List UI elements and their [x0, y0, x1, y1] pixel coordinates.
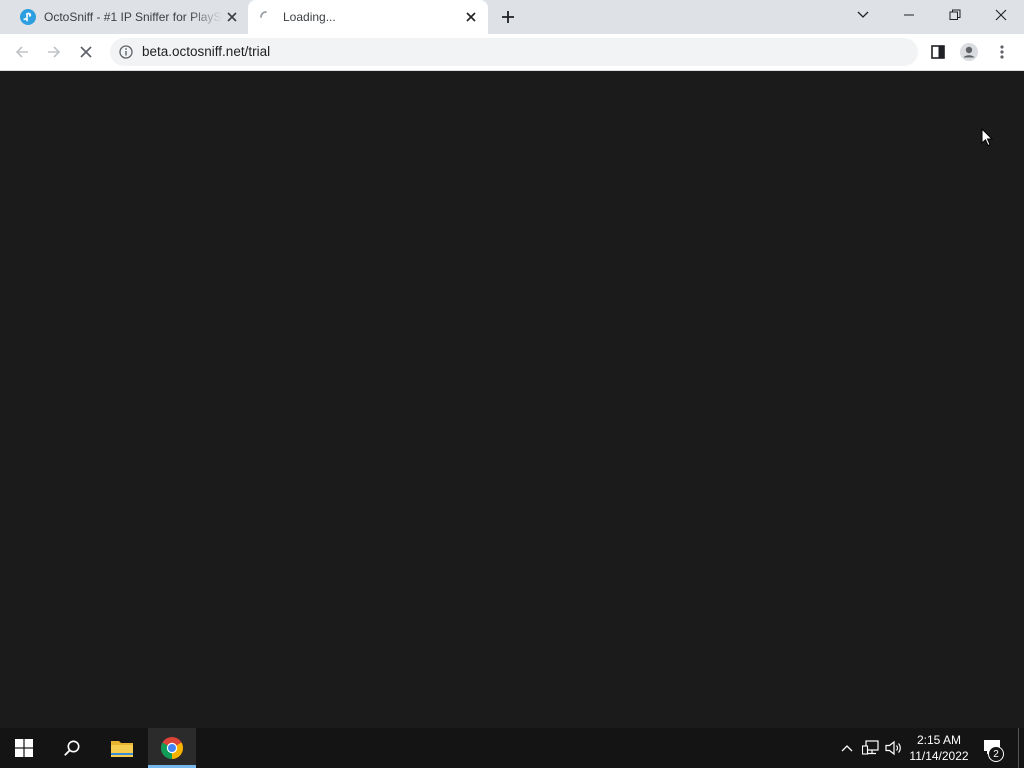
- address-bar[interactable]: beta.octosniff.net/trial: [110, 38, 918, 66]
- tab-loading[interactable]: Loading...: [248, 0, 488, 34]
- tab-close-icon[interactable]: [463, 9, 479, 25]
- clock[interactable]: 2:15 AM 11/14/2022: [903, 730, 975, 766]
- file-explorer-icon[interactable]: [98, 728, 146, 768]
- back-arrow-icon[interactable]: [8, 38, 36, 66]
- side-panel-icon[interactable]: [924, 38, 952, 66]
- url-text: beta.octosniff.net/trial: [142, 44, 271, 59]
- tab-octosniff[interactable]: OctoSniff - #1 IP Sniffer for PlayStatio…: [8, 0, 248, 34]
- info-icon[interactable]: [119, 45, 133, 59]
- chevron-up-icon[interactable]: [837, 728, 857, 768]
- stop-loading-icon[interactable]: [72, 38, 100, 66]
- network-icon[interactable]: [860, 728, 882, 768]
- profile-icon[interactable]: [955, 38, 983, 66]
- forward-arrow-icon[interactable]: [40, 38, 68, 66]
- chrome-icon[interactable]: [148, 728, 196, 768]
- tab-title: OctoSniff - #1 IP Sniffer for PlayStatio…: [44, 10, 222, 24]
- notification-count-badge: 2: [988, 746, 1004, 762]
- clock-date: 11/14/2022: [909, 749, 969, 763]
- clock-time: 2:15 AM: [916, 733, 962, 747]
- show-desktop-divider[interactable]: [1018, 728, 1019, 768]
- minimize-icon[interactable]: [886, 0, 932, 30]
- speaker-icon[interactable]: [884, 728, 904, 768]
- tab-close-icon[interactable]: [224, 9, 240, 25]
- page-content: [0, 71, 1024, 728]
- new-tab-plus-icon[interactable]: [498, 7, 518, 27]
- close-window-icon[interactable]: [978, 0, 1024, 30]
- taskbar: 2:15 AM 11/14/2022 2: [0, 728, 1024, 768]
- loading-spinner-icon: [258, 9, 274, 25]
- restore-icon[interactable]: [932, 0, 978, 30]
- search-icon[interactable]: [48, 728, 96, 768]
- mouse-cursor-icon: [981, 127, 994, 148]
- playstation-favicon-icon: [20, 9, 36, 25]
- windows-start-icon[interactable]: [0, 728, 48, 768]
- kebab-menu-icon[interactable]: [988, 38, 1016, 66]
- tab-strip: OctoSniff - #1 IP Sniffer for PlayStatio…: [0, 0, 1024, 34]
- tab-title: Loading...: [283, 10, 336, 24]
- tab-search-chevron-down-icon[interactable]: [840, 0, 886, 30]
